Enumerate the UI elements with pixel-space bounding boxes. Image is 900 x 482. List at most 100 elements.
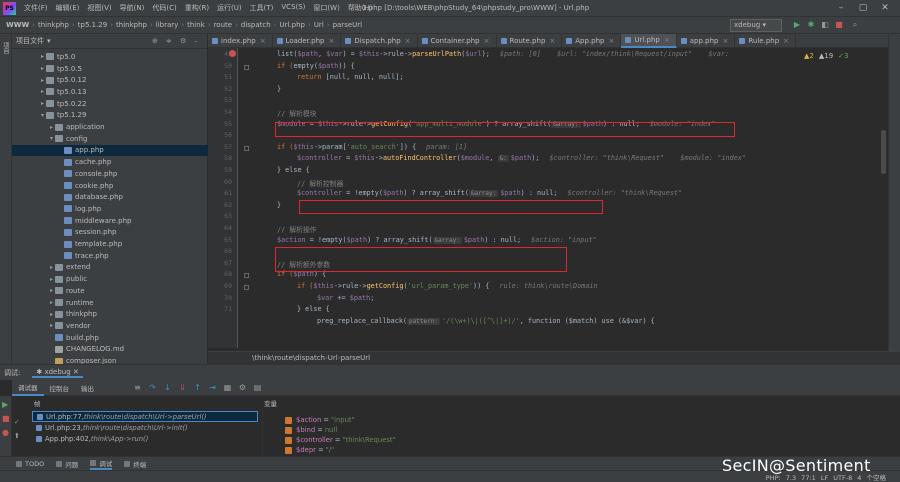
tab-close-icon[interactable]: ×	[328, 37, 334, 45]
tab-close-icon[interactable]: ×	[549, 37, 555, 45]
editor-tab[interactable]: app.php ×	[677, 33, 736, 48]
tree-item[interactable]: session.php	[12, 227, 208, 239]
bottom-tool-tab[interactable]: TODO	[16, 460, 44, 468]
debug-icon[interactable]: ✱	[806, 20, 816, 30]
menu-item[interactable]: 编辑(E)	[52, 3, 84, 13]
tree-item[interactable]: middleware.php	[12, 215, 208, 227]
tree-item[interactable]: ▸ vendor	[12, 320, 208, 332]
bottom-tool-tab[interactable]: 调试	[90, 458, 113, 470]
editor-tab[interactable]: index.php ×	[208, 33, 273, 48]
search-icon[interactable]: ⌕	[850, 20, 860, 30]
breadcrumb-item[interactable]: Url ›	[314, 21, 333, 29]
tree-item[interactable]: log.php	[12, 203, 208, 215]
stop-debug-icon[interactable]: ■	[2, 414, 10, 423]
run-config-select[interactable]: xdebug ▾	[730, 19, 782, 32]
menu-item[interactable]: 工具(T)	[246, 3, 278, 13]
breadcrumb-item[interactable]: library ›	[156, 21, 187, 29]
expand-arrow-icon[interactable]: ▸	[48, 322, 55, 329]
collapse-all-icon[interactable]: ≑	[166, 37, 172, 45]
editor-tab[interactable]: Loader.php ×	[273, 33, 342, 48]
inspection-widget[interactable]: ▲2 ▲19 ✓3	[804, 52, 849, 60]
expand-arrow-icon[interactable]: ▾	[48, 135, 55, 142]
editor-tab[interactable]: Route.php ×	[497, 33, 563, 48]
tree-item[interactable]: database.php	[12, 191, 208, 203]
breadcrumb-item[interactable]: think ›	[187, 21, 213, 29]
tree-item[interactable]: build.php	[12, 332, 208, 344]
expand-arrow-icon[interactable]: ▸	[48, 287, 55, 294]
settings-icon[interactable]: ⚙	[238, 383, 247, 392]
tree-item[interactable]: ▾ tp5.1.29	[12, 110, 208, 122]
breadcrumb-item[interactable]: dispatch ›	[241, 21, 280, 29]
expand-arrow-icon[interactable]: ▸	[39, 65, 46, 72]
frames-filter-icon[interactable]: ⬆	[14, 432, 20, 440]
menu-item[interactable]: 导航(N)	[116, 3, 149, 13]
tree-item[interactable]: ▸ application	[12, 121, 208, 133]
hide-icon[interactable]: –	[194, 37, 198, 45]
code-breadcrumb-item[interactable]: \think\route\dispatch	[252, 354, 325, 362]
expand-arrow-icon[interactable]: ▸	[39, 77, 46, 84]
menu-item[interactable]: 文件(F)	[20, 3, 52, 13]
tab-close-icon[interactable]: ×	[664, 36, 670, 44]
menu-item[interactable]: 重构(R)	[181, 3, 213, 13]
expand-arrow-icon[interactable]: ▸	[39, 88, 46, 95]
tab-close-icon[interactable]: ×	[722, 37, 728, 45]
breadcrumb-item[interactable]: WWW ›	[6, 21, 38, 29]
debug-session-tab[interactable]: ✱ xdebug ✕	[32, 368, 83, 378]
expand-arrow-icon[interactable]: ▸	[48, 276, 55, 283]
tree-item[interactable]: console.php	[12, 168, 208, 180]
fold-marker-icon[interactable]	[244, 273, 249, 279]
view-breakpoints-icon[interactable]: ●	[2, 428, 9, 437]
tree-item[interactable]: ▸ tp5.0.22	[12, 98, 208, 110]
stack-frame[interactable]: App.php:402, think\App->run()	[32, 433, 258, 444]
editor-tab[interactable]: Url.php ×	[621, 33, 677, 48]
maximize-icon[interactable]: ▢	[856, 2, 870, 14]
stack-frame[interactable]: Url.php:23, think\route\dispatch\Url->in…	[32, 422, 258, 433]
stack-frame[interactable]: Url.php:77, think\route\dispatch\Url->pa…	[32, 411, 258, 422]
tree-item[interactable]: ▸ tp5.0	[12, 51, 208, 63]
minimize-icon[interactable]: –	[834, 2, 848, 14]
fold-marker-icon[interactable]	[244, 64, 249, 70]
editor-tab[interactable]: App.php ×	[562, 33, 622, 48]
tree-item[interactable]: ▸ public	[12, 273, 208, 285]
fold-marker-icon[interactable]	[244, 145, 249, 151]
tree-item[interactable]: ▾ config	[12, 133, 208, 145]
menu-item[interactable]: 运行(U)	[213, 3, 246, 13]
tree-item[interactable]: ▸ tp5.0.12	[12, 74, 208, 86]
frames-check-icon[interactable]: ✓	[14, 418, 20, 426]
expand-arrow-icon[interactable]: ▸	[48, 299, 55, 306]
bottom-tool-tab[interactable]: 问题	[56, 459, 78, 469]
tab-close-icon[interactable]: ×	[609, 37, 615, 45]
code-breadcrumb-item[interactable]: parseUrl	[341, 354, 371, 362]
fold-marker-icon[interactable]	[244, 285, 249, 290]
project-view-select[interactable]: 项目文件	[16, 36, 44, 46]
expand-arrow-icon[interactable]: ▸	[39, 53, 46, 60]
step-over-icon[interactable]: ↷	[148, 383, 157, 392]
expand-arrow-icon[interactable]: ▸	[39, 100, 46, 107]
breadcrumb-item[interactable]: Url.php ›	[280, 21, 314, 29]
debug-tab[interactable]: 调试器	[12, 380, 44, 396]
resume-icon[interactable]: ▶	[2, 400, 8, 409]
tree-item[interactable]: cache.php	[12, 156, 208, 168]
force-step-into-icon[interactable]: ⇓	[178, 383, 187, 392]
variable-row[interactable]: $depr = "/"	[285, 446, 334, 454]
tab-close-icon[interactable]: ×	[405, 37, 411, 45]
tree-item[interactable]: ▸ tp5.0.5	[12, 63, 208, 75]
editor-tab[interactable]: Container.php ×	[418, 33, 497, 48]
editor-tab[interactable]: Rule.php ×	[735, 33, 797, 48]
menu-item[interactable]: 视图(V)	[83, 3, 115, 13]
tree-item[interactable]: ▸ thinkphp	[12, 308, 208, 320]
run-icon[interactable]: ▶	[792, 20, 802, 30]
breadcrumb-item[interactable]: tp5.1.29 ›	[78, 21, 116, 29]
gear-icon[interactable]: ⚙	[180, 37, 186, 45]
evaluate-icon[interactable]: ▦	[223, 383, 232, 392]
breadcrumb-item[interactable]: thinkphp ›	[38, 21, 78, 29]
layout-icon[interactable]: ▤	[253, 383, 262, 392]
editor-tab[interactable]: Dispatch.php ×	[341, 33, 418, 48]
menu-item[interactable]: 代码(C)	[148, 3, 180, 13]
project-tool-button[interactable]: 项目	[1, 42, 10, 54]
tree-item[interactable]: trace.php	[12, 250, 208, 262]
variable-row[interactable]: $bind = null	[285, 426, 337, 434]
tree-item[interactable]: ▸ extend	[12, 262, 208, 274]
tree-item[interactable]: template.php	[12, 238, 208, 250]
bottom-tool-tab[interactable]: 终端	[124, 459, 146, 469]
